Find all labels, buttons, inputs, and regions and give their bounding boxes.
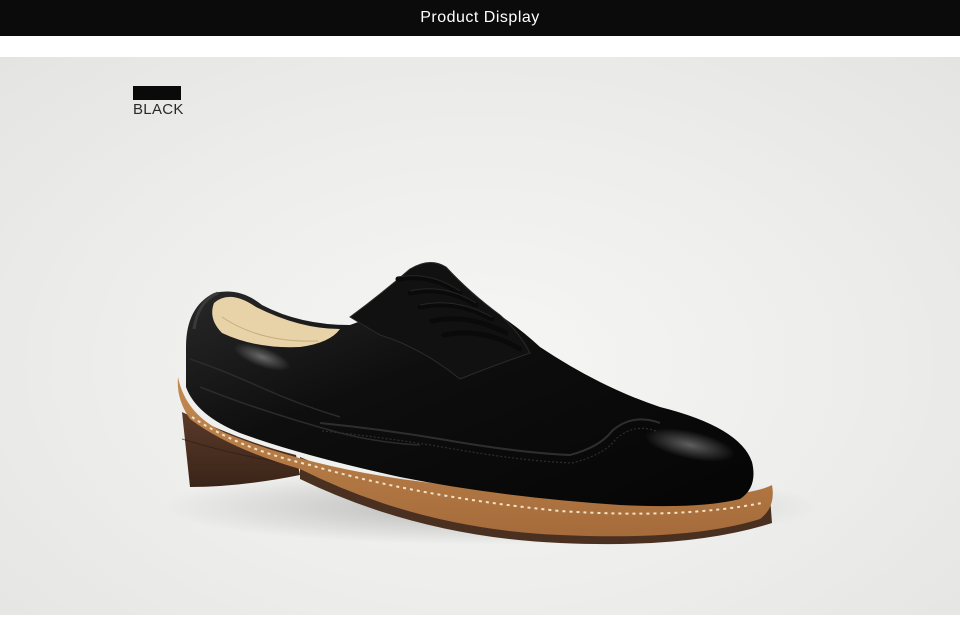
product-image [160,262,820,545]
page-title: Product Display [420,9,540,26]
product-display-area: BLACK [0,57,960,615]
header-bar: Product Display [0,0,960,36]
